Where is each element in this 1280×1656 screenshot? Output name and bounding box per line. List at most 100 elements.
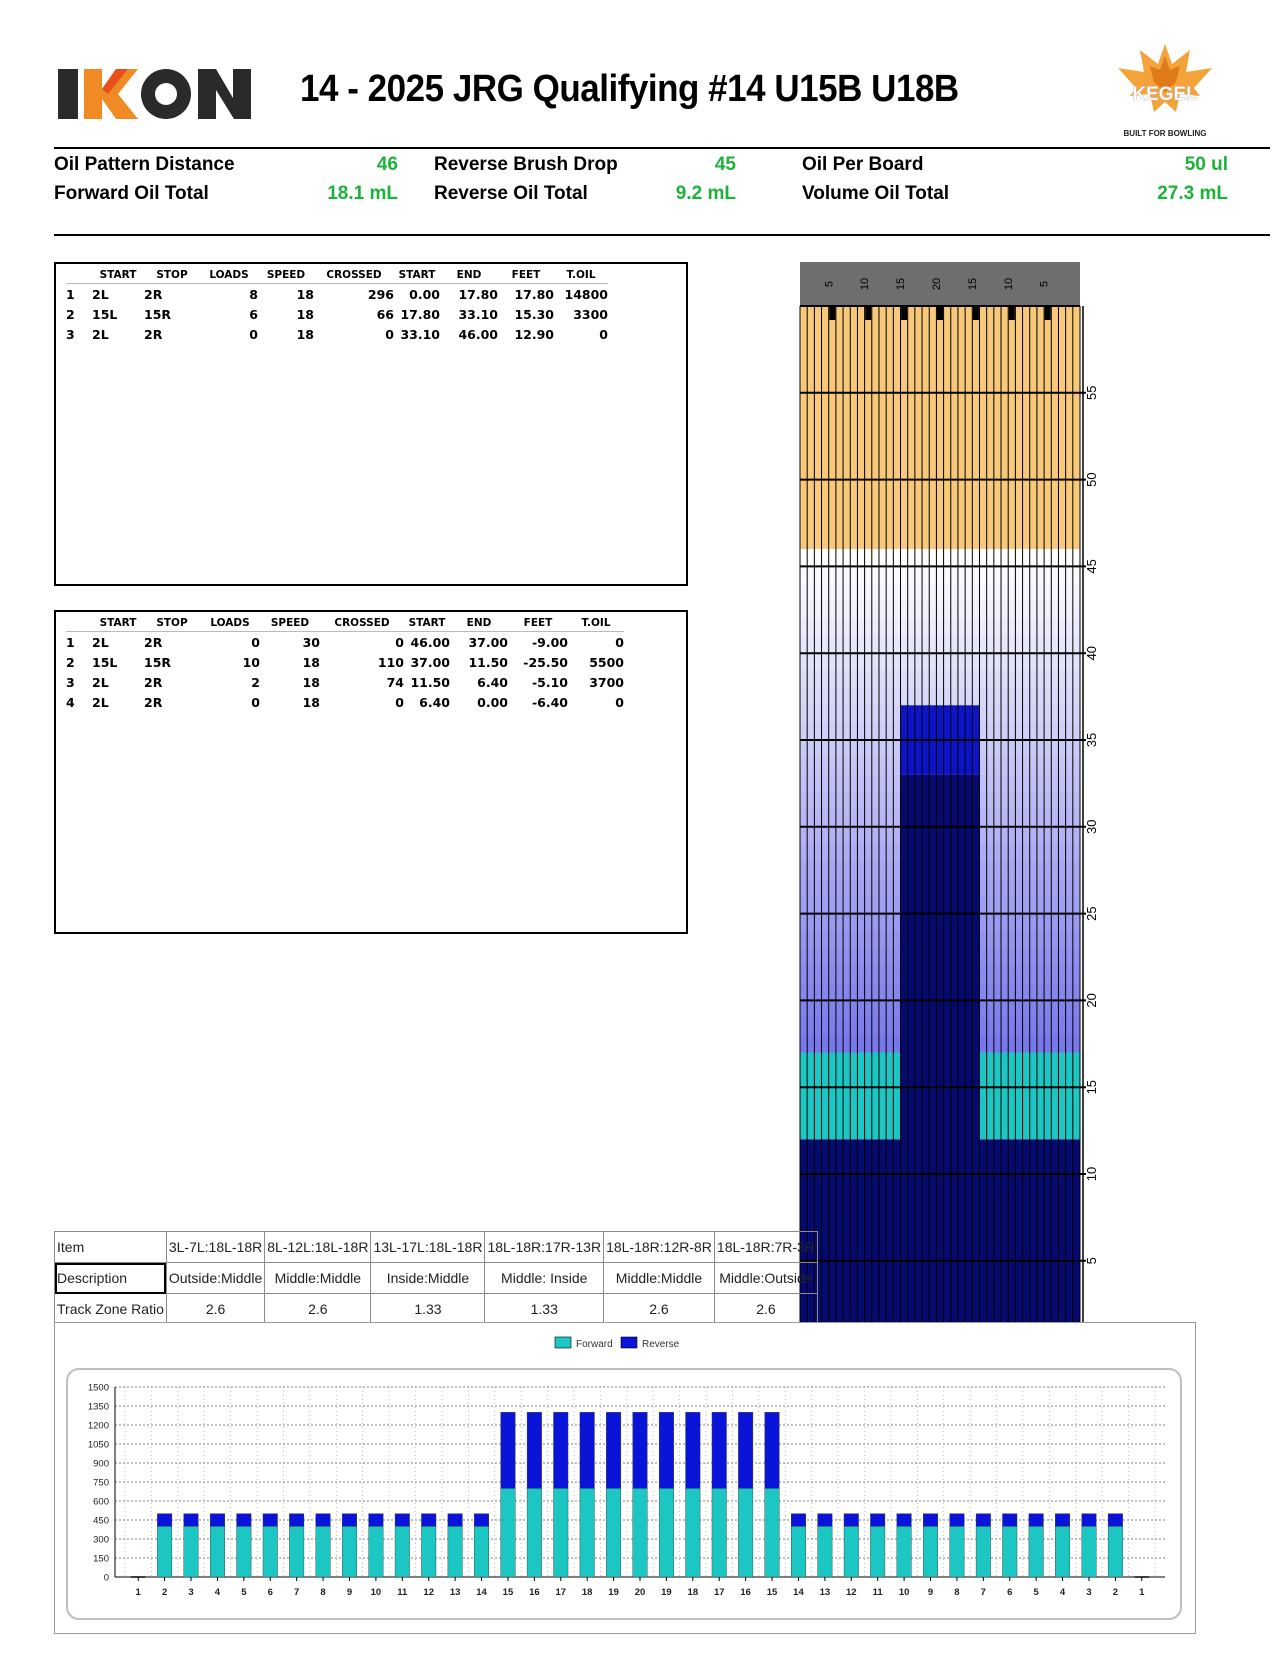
table-cell: 33.10 (458, 306, 498, 322)
table-row: 3 2L 2R 2 18 74 11.50 6.40 -5.10 3700 (66, 672, 624, 692)
x-tick-label: 19 (608, 1587, 619, 1598)
table-cell: 30 (302, 634, 320, 650)
oil-gradient-band (800, 601, 1080, 619)
bar-reverse (738, 1412, 754, 1489)
bar-forward (368, 1526, 384, 1578)
board-oil-chart-svg: Forward Reverse01503004506007509001050120… (66, 1336, 1182, 1620)
bar-forward (500, 1488, 516, 1578)
table-cell: 0 (249, 326, 258, 342)
bar-reverse (579, 1412, 595, 1489)
bar-reverse (315, 1513, 331, 1527)
bar-forward (236, 1526, 252, 1578)
table-row: 1 2L 2R 0 30 0 46.00 37.00 -9.00 0 (66, 632, 624, 653)
stat-label-volume-oil-total: Volume Oil Total (802, 183, 950, 204)
table-cell: 2 (251, 674, 260, 690)
foot-label: 55 (1084, 386, 1096, 400)
x-tick-label: 8 (320, 1587, 325, 1598)
bar-reverse (183, 1513, 199, 1527)
x-tick-label: 12 (846, 1587, 857, 1598)
x-tick-label: 11 (873, 1587, 884, 1598)
bar-reverse (975, 1513, 991, 1527)
bar-forward (315, 1526, 331, 1578)
foot-label: 35 (1084, 733, 1096, 747)
oil-gradient-band (800, 583, 1080, 602)
table-cell: 110 (377, 654, 404, 670)
bar-forward (764, 1488, 780, 1578)
zone-cell: 2.6 (165, 1293, 266, 1325)
table-row: 4 2L 2R 0 18 0 6.40 0.00 -6.40 0 (66, 692, 624, 712)
col-header-end: END (450, 617, 508, 632)
zone-cell: Inside:Middle (370, 1262, 486, 1294)
bar-forward (447, 1526, 463, 1578)
table-cell: 15.30 (514, 306, 554, 322)
x-tick-label: 3 (1086, 1587, 1091, 1598)
bar-forward (209, 1526, 225, 1578)
bar-reverse (289, 1513, 305, 1527)
bar-forward (711, 1488, 727, 1578)
x-tick-label: 16 (740, 1587, 751, 1598)
bar-reverse (1055, 1513, 1071, 1527)
foot-label: 25 (1084, 906, 1096, 920)
bar-forward (157, 1526, 173, 1578)
col-header-toil: T.OIL (554, 269, 608, 284)
y-tick-label: 1350 (88, 1402, 109, 1413)
table-cell: -6.40 (531, 694, 568, 710)
y-tick-label: 1200 (88, 1421, 109, 1432)
arrow-marker (937, 306, 943, 320)
arrow-marker (865, 306, 872, 320)
table-cell: 6 (249, 306, 258, 322)
table-cell: 2R (144, 326, 163, 342)
board-label: 5 (823, 281, 835, 287)
header-divider (54, 147, 1270, 149)
bar-reverse (896, 1513, 912, 1527)
zone-cell: 8L-12L:18L-18R (264, 1231, 372, 1263)
table-cell: 2R (144, 674, 163, 690)
table-cell: 0 (395, 694, 404, 710)
bar-forward (421, 1526, 437, 1578)
x-tick-label: 7 (294, 1587, 299, 1598)
oil-gradient-band (800, 687, 1080, 706)
foot-label: 30 (1084, 820, 1096, 834)
x-tick-label: 4 (1060, 1587, 1066, 1598)
x-tick-label: 1 (136, 1587, 142, 1598)
bar-forward (1081, 1526, 1097, 1578)
table-cell: 2L (92, 326, 109, 342)
col-header-loads: LOADS (200, 269, 258, 284)
stat-value-forward-oil-total: 18.1 mL (327, 183, 398, 204)
table-cell: 4 (66, 694, 75, 710)
zone-row: Track Zone Ratio 2.6 2.6 1.33 1.33 2.6 2.6 (54, 1293, 818, 1325)
table-cell: 0.00 (409, 286, 440, 302)
col-header-end: END (440, 269, 498, 284)
x-tick-label: 12 (423, 1587, 434, 1598)
table-cell: 0 (615, 694, 624, 710)
col-header-start: START (92, 269, 144, 284)
stats-divider (54, 234, 1270, 236)
bar-reverse (606, 1412, 622, 1489)
table-cell: 2R (144, 286, 163, 302)
table-row: 2 15L 15R 10 18 110 37.00 11.50 -25.50 5500 (66, 652, 624, 672)
bar-reverse (790, 1513, 806, 1527)
y-tick-label: 450 (93, 1516, 109, 1527)
table-cell: 11.50 (468, 654, 508, 670)
kegel-tagline: BUILT FOR BOWLING (1124, 129, 1207, 138)
table-cell: 18 (302, 674, 320, 690)
x-tick-label: 18 (688, 1587, 699, 1598)
bar-forward (738, 1488, 754, 1578)
y-tick-label: 0 (104, 1573, 109, 1584)
table-row: 3 2L 2R 0 18 0 33.10 46.00 12.90 0 (66, 324, 608, 344)
bar-forward (975, 1526, 991, 1578)
y-tick-label: 750 (93, 1478, 109, 1489)
foot-label: 5 (1084, 1257, 1096, 1264)
arrow-marker (901, 306, 908, 320)
table-cell: 6.40 (419, 694, 450, 710)
table-cell: 2 (66, 306, 75, 322)
zone-row-label: Item (54, 1231, 167, 1263)
board-label: 5 (1039, 281, 1051, 287)
arrow-marker (829, 306, 836, 320)
table-cell: 18 (296, 306, 314, 322)
bar-forward (949, 1526, 965, 1578)
table-cell: 15L (92, 654, 118, 670)
legend-reverse-label: Reverse (642, 1339, 680, 1350)
bar-forward (474, 1526, 490, 1578)
arrow-marker (972, 306, 979, 320)
